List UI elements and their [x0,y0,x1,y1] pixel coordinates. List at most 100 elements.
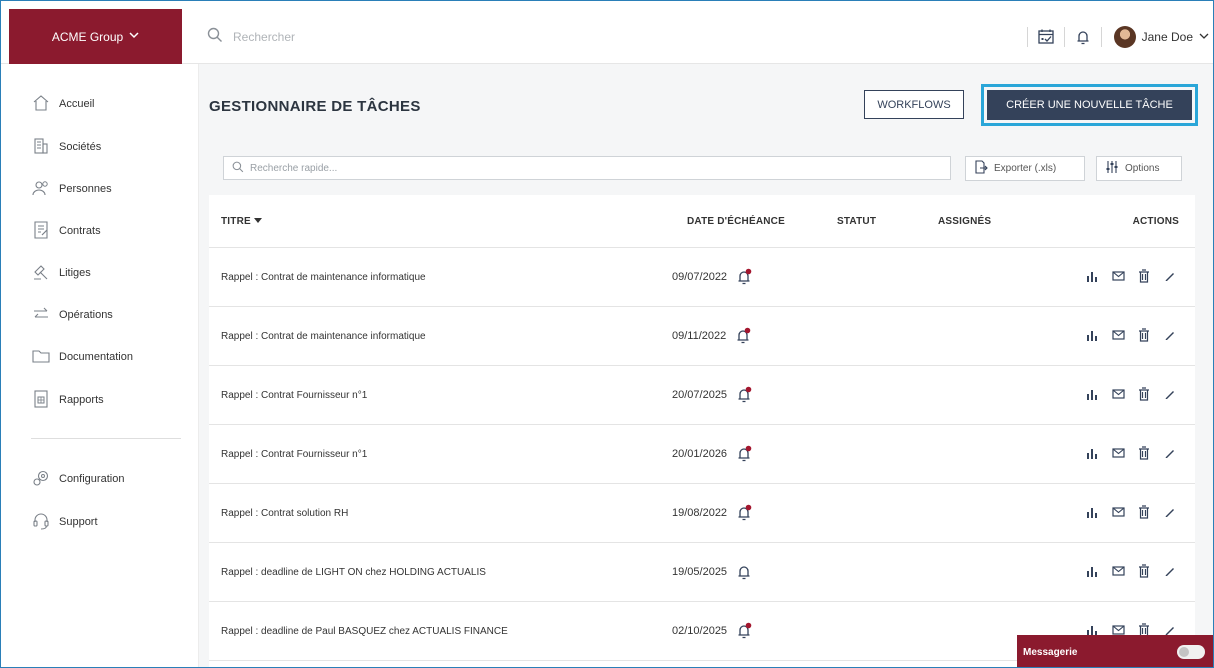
edit-button[interactable] [1159,384,1181,406]
email-button[interactable] [1107,443,1129,465]
edit-button[interactable] [1159,502,1181,524]
email-button[interactable] [1107,266,1129,288]
task-title[interactable]: Rappel : Contrat solution RH [221,508,348,519]
bell-alert-icon[interactable] [735,504,753,522]
chart-icon [1086,329,1098,344]
row-actions [1081,502,1181,524]
due-date-cell: 20/07/2025 [672,386,753,404]
delete-button[interactable] [1133,443,1155,465]
avatar [1113,26,1136,48]
stats-button[interactable] [1081,502,1103,524]
delete-button[interactable] [1133,325,1155,347]
stats-button[interactable] [1081,443,1103,465]
bell-icon[interactable] [1065,25,1101,49]
pencil-icon [1164,270,1176,285]
bell-icon[interactable] [735,563,753,581]
sliders-icon [1105,160,1119,177]
sidebar-item-label: Documentation [59,351,133,363]
export-xls-button[interactable]: Exporter (.xls) [965,156,1085,181]
table-row[interactable]: Rappel : Contrat de maintenance informat… [209,307,1195,366]
task-title[interactable]: Rappel : Contrat Fournisseur n°1 [221,449,367,460]
edit-button[interactable] [1159,325,1181,347]
headset-icon [31,511,51,534]
sidebar-item-support[interactable]: Support [31,510,98,534]
divider [1100,27,1102,47]
sidebar-item-label: Contrats [59,225,101,237]
task-title[interactable]: Rappel : deadline de Paul BASQUEZ chez A… [221,626,508,637]
task-title[interactable]: Rappel : Contrat Fournisseur n°1 [221,390,367,401]
user-menu[interactable]: Jane Doe [1113,26,1209,48]
messaging-widget[interactable]: Messagerie [1017,635,1213,667]
sidebar-item-label: Configuration [59,473,125,485]
sidebar-item-label: Accueil [59,98,95,110]
options-button[interactable]: Options [1096,156,1182,181]
row-actions [1081,561,1181,583]
sidebar-item-documentation[interactable]: Documentation [31,345,133,369]
pencil-icon [1164,329,1176,344]
chart-icon [1086,270,1098,285]
table-row[interactable]: Rappel : Contrat solution RH 19/08/2022 [209,484,1195,543]
search-icon [207,27,223,46]
sidebar-item-litiges[interactable]: Litiges [31,261,91,285]
column-header-title[interactable]: TITRE [221,216,262,227]
table-header: TITRE DATE D'ÉCHÉANCE STATUT ASSIGNÉS AC… [209,195,1195,248]
email-button[interactable] [1107,502,1129,524]
sidebar-item-personnes[interactable]: Personnes [31,177,112,201]
sidebar-item-rapports[interactable]: Rapports [31,388,104,412]
company-switcher[interactable]: ACME Group [9,9,182,64]
email-button[interactable] [1107,384,1129,406]
edit-button[interactable] [1159,443,1181,465]
sidebar-item-label: Personnes [59,183,112,195]
bell-alert-icon[interactable] [735,622,753,640]
sidebar-item-contrats[interactable]: Contrats [31,219,101,243]
due-date: 20/01/2026 [672,448,728,460]
quick-search [223,156,951,180]
calendar-icon[interactable] [1028,25,1064,49]
create-task-button[interactable]: CRÉER UNE NOUVELLE TÂCHE [987,90,1192,120]
email-button[interactable] [1107,561,1129,583]
global-search-input[interactable] [233,29,533,44]
delete-button[interactable] [1133,266,1155,288]
email-button[interactable] [1107,325,1129,347]
delete-button[interactable] [1133,561,1155,583]
task-title[interactable]: Rappel : deadline de LIGHT ON chez HOLDI… [221,567,486,578]
mail-icon [1111,270,1125,285]
people-icon [31,178,51,201]
quick-search-input[interactable] [250,162,930,174]
user-name: Jane Doe [1141,30,1193,44]
sidebar-item-accueil[interactable]: Accueil [31,92,94,116]
bell-alert-icon[interactable] [735,268,753,286]
column-header-assignees[interactable]: ASSIGNÉS [938,216,991,227]
messaging-toggle[interactable] [1177,645,1205,659]
row-actions [1081,384,1181,406]
app-frame: ACME Group Jane Doe [0,0,1214,668]
table-row[interactable]: Rappel : Contrat de maintenance informat… [209,248,1195,307]
task-title[interactable]: Rappel : Contrat de maintenance informat… [221,331,426,342]
transfer-icon [31,304,51,327]
delete-button[interactable] [1133,502,1155,524]
stats-button[interactable] [1081,561,1103,583]
bell-alert-icon[interactable] [734,327,752,345]
sidebar-item-label: Support [59,516,98,528]
due-date-cell: 19/05/2025 [672,563,753,581]
stats-button[interactable] [1081,266,1103,288]
sidebar-item-configuration[interactable]: Configuration [31,467,124,491]
table-row[interactable]: Rappel : Contrat Fournisseur n°1 20/01/20… [209,425,1195,484]
edit-button[interactable] [1159,561,1181,583]
column-header-status[interactable]: STATUT [837,216,876,227]
bell-alert-icon[interactable] [735,386,753,404]
pencil-icon [1164,447,1176,462]
sidebar-item-societes[interactable]: Sociétés [31,135,101,159]
edit-button[interactable] [1159,266,1181,288]
table-row[interactable]: Rappel : Contrat Fournisseur n°1 20/07/20… [209,366,1195,425]
mail-icon [1111,565,1125,580]
table-row[interactable]: Rappel : deadline de LIGHT ON chez HOLDI… [209,543,1195,602]
bell-alert-icon[interactable] [735,445,753,463]
task-title[interactable]: Rappel : Contrat de maintenance informat… [221,272,426,283]
stats-button[interactable] [1081,325,1103,347]
delete-button[interactable] [1133,384,1155,406]
column-header-due-date[interactable]: DATE D'ÉCHÉANCE [687,216,785,227]
workflows-button[interactable]: WORKFLOWS [864,90,964,119]
stats-button[interactable] [1081,384,1103,406]
sidebar-item-operations[interactable]: Opérations [31,303,113,327]
